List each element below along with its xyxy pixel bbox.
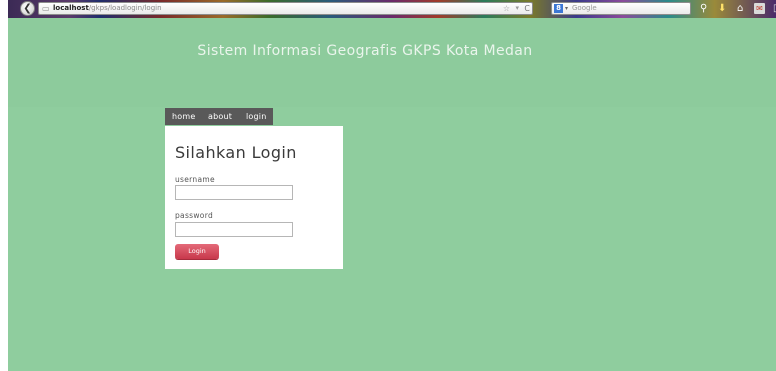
chevron-down-icon[interactable]: ▾ bbox=[565, 3, 568, 14]
username-field[interactable] bbox=[175, 185, 293, 200]
url-path: /gkps/loadlogin/login bbox=[88, 4, 162, 12]
page-title: Sistem Informasi Geografis GKPS Kota Med… bbox=[197, 43, 533, 59]
password-label: password bbox=[175, 211, 214, 220]
nav-item-login[interactable]: login bbox=[246, 108, 267, 125]
search-engine-placeholder: Google bbox=[572, 4, 597, 12]
site-header: Sistem Informasi Geografis GKPS Kota Med… bbox=[8, 18, 776, 107]
home-icon[interactable]: ⌂ bbox=[737, 2, 743, 15]
url-host: localhost bbox=[53, 4, 89, 12]
chevron-down-icon[interactable]: ▾ bbox=[515, 3, 519, 14]
search-icon[interactable]: ⚲ bbox=[700, 2, 707, 15]
search-input[interactable]: 8 ▾ Google bbox=[551, 2, 691, 15]
url-text: localhost/gkps/loadlogin/login bbox=[53, 3, 162, 14]
nav-item-home[interactable]: home bbox=[172, 108, 195, 125]
username-label: username bbox=[175, 175, 215, 184]
nav-item-about[interactable]: about bbox=[208, 108, 232, 125]
browser-toolbar: ❮ ▭ localhost/gkps/loadlogin/login ☆ ▾ C… bbox=[8, 0, 776, 18]
page-icon: ▭ bbox=[42, 4, 50, 13]
login-panel: Silahkan Login username password Login bbox=[165, 126, 343, 269]
main-nav: home about login bbox=[165, 108, 273, 125]
bookmark-star-icon[interactable]: ☆ bbox=[503, 3, 510, 14]
login-button[interactable]: Login bbox=[175, 244, 219, 259]
login-heading: Silahkan Login bbox=[175, 143, 297, 162]
mail-icon[interactable]: ✉ bbox=[754, 3, 765, 14]
password-field[interactable] bbox=[175, 222, 293, 237]
download-icon[interactable]: ⬇ bbox=[718, 2, 726, 15]
reload-icon[interactable]: C bbox=[524, 3, 530, 14]
google-icon[interactable]: 8 bbox=[554, 4, 563, 13]
page-body: Sistem Informasi Geografis GKPS Kota Med… bbox=[8, 18, 776, 371]
address-bar[interactable]: ▭ localhost/gkps/loadlogin/login ☆ ▾ C bbox=[38, 2, 533, 15]
back-arrow-icon[interactable]: ❮ bbox=[20, 1, 35, 16]
